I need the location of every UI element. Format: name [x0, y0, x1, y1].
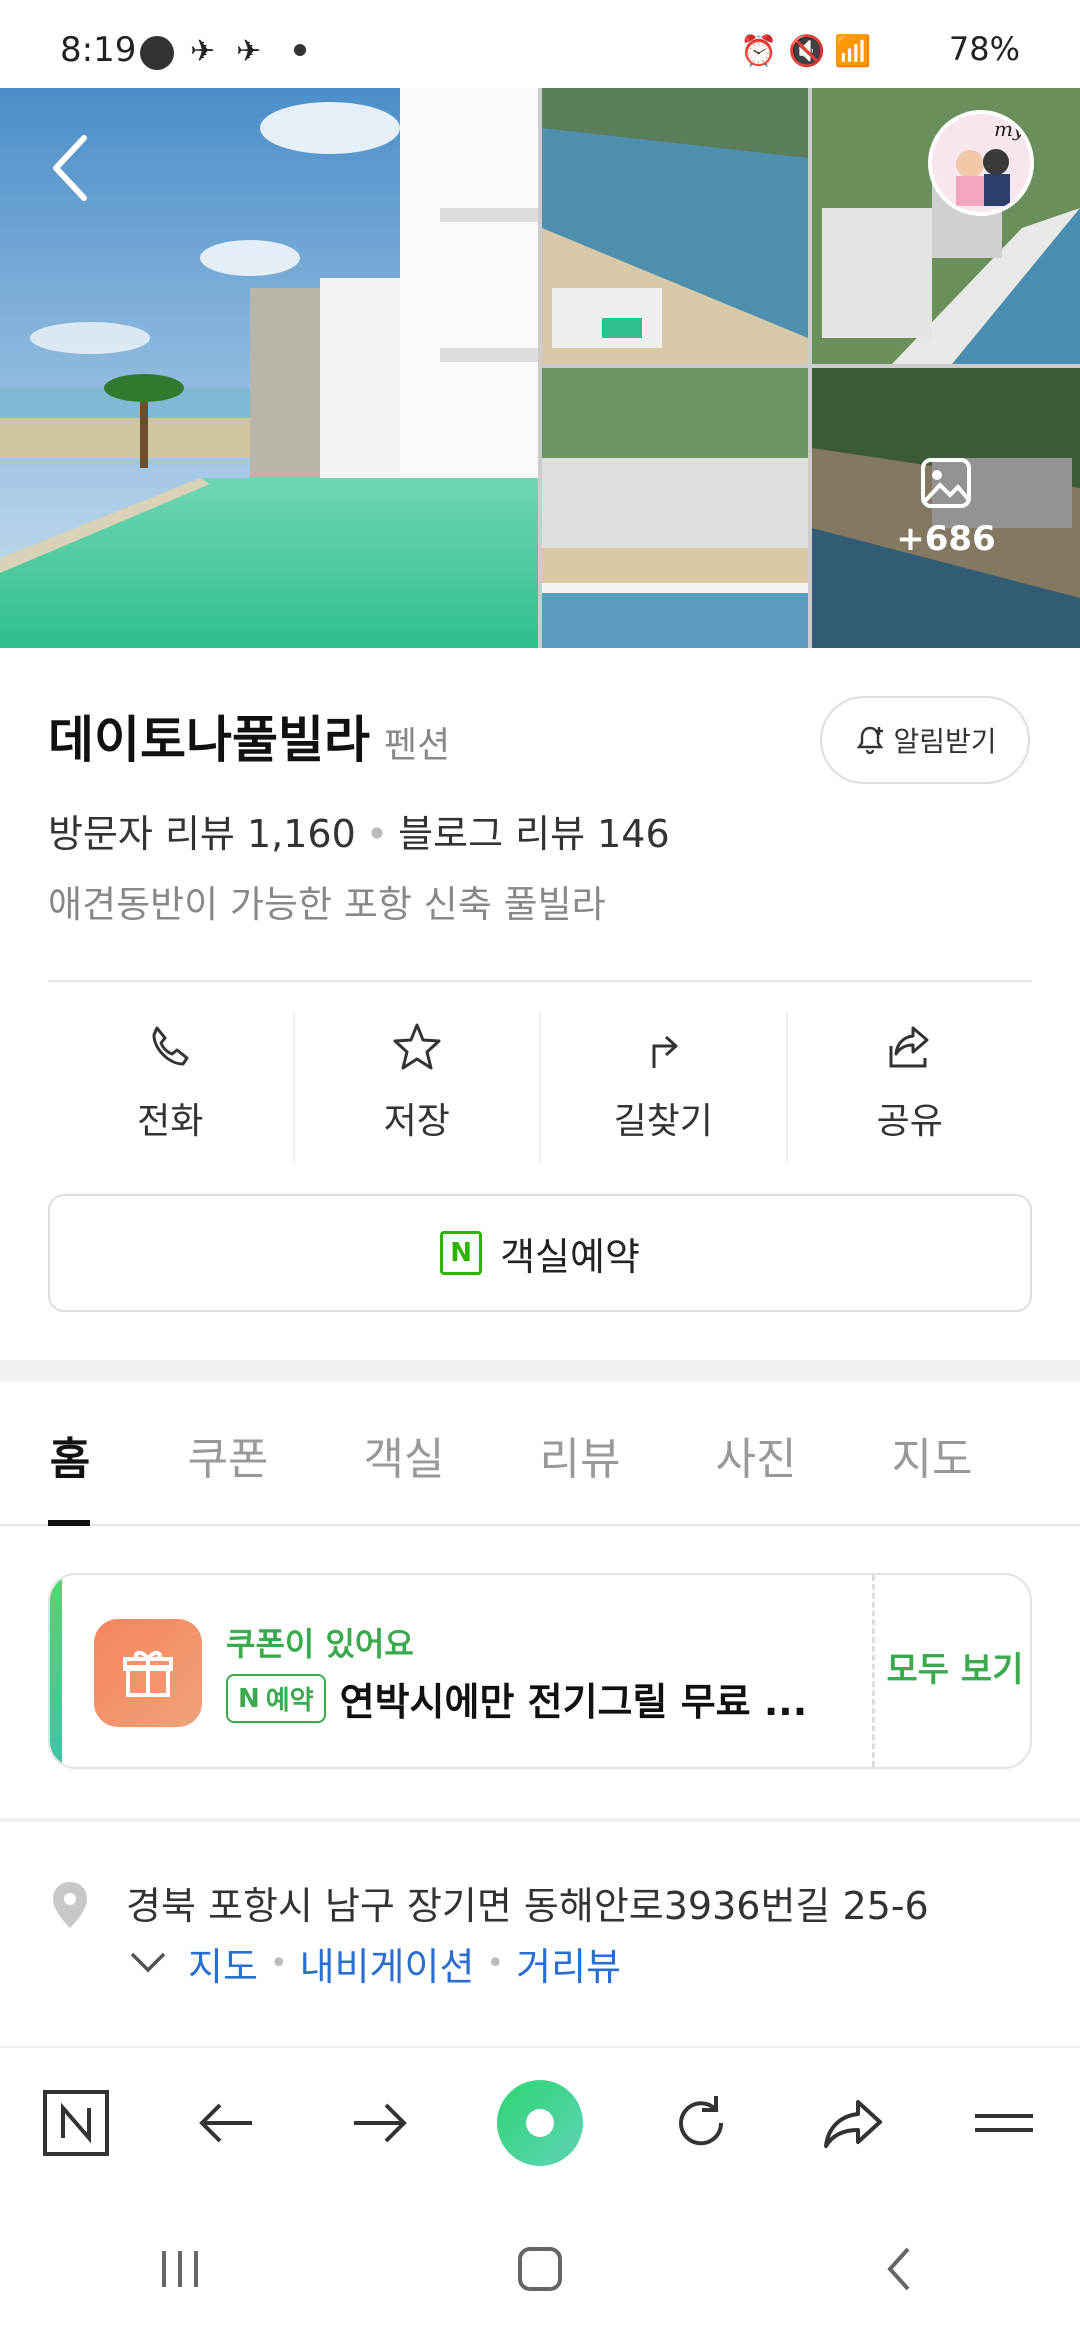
- share-arrow-icon[interactable]: [818, 2088, 888, 2158]
- back-arrow-icon[interactable]: [192, 2088, 262, 2158]
- reserve-label: 객실예약: [500, 1234, 640, 1279]
- main-photo[interactable]: [0, 88, 538, 648]
- save-button[interactable]: 저장: [295, 1012, 541, 1162]
- place-title-row: 데이토나풀빌라 펜션: [48, 700, 450, 772]
- naver-booking-icon: N: [440, 1231, 483, 1275]
- room-reservation-button[interactable]: N 객실예약: [48, 1194, 1032, 1312]
- gift-icon: [94, 1619, 202, 1727]
- more-photos-overlay[interactable]: +686: [812, 368, 1080, 648]
- notification-icon: ✈: [190, 34, 216, 69]
- location-pin-icon: [53, 1882, 87, 1928]
- coupon-line: N 예약 연박시에만 전기그릴 무료 ...: [226, 1671, 826, 1726]
- more-photos-count: +686: [896, 519, 996, 559]
- home-icon[interactable]: [510, 2239, 570, 2299]
- tab-map[interactable]: 지도: [844, 1386, 1020, 1524]
- separator-dot: •: [365, 812, 389, 856]
- action-label: 저장: [383, 1101, 450, 1142]
- tab-reviews[interactable]: 리뷰: [492, 1386, 668, 1524]
- gallery-thumbnail[interactable]: +686: [812, 368, 1080, 648]
- chevron-down-icon[interactable]: [128, 1948, 168, 1978]
- system-nav-bar: [0, 2198, 1080, 2340]
- coupang-eats-icon: [140, 36, 174, 70]
- coupon-title: 쿠폰이 있어요: [226, 1625, 414, 1663]
- tab-bar: 홈 쿠폰 객실 리뷰 사진 지도: [0, 1386, 1080, 1526]
- place-description: 애견동반이 가능한 포항 신축 풀빌라: [48, 883, 606, 926]
- photo-gallery[interactable]: my +686: [0, 88, 1080, 648]
- share-icon: [889, 1026, 929, 1068]
- navigation-link[interactable]: 내비게이션: [300, 1936, 475, 1991]
- address-text: 경북 포항시 남구 장기면 동해안로3936번길 25-6: [126, 1884, 929, 1928]
- status-time: 8:19: [60, 30, 137, 70]
- blog-reviews-link[interactable]: 블로그 리뷰 146: [398, 812, 670, 856]
- action-label: 길찾기: [613, 1101, 713, 1142]
- call-button[interactable]: 전화: [48, 1012, 295, 1162]
- share-button[interactable]: 공유: [788, 1012, 1033, 1162]
- system-back-icon[interactable]: [870, 2239, 930, 2299]
- map-link[interactable]: 지도: [188, 1936, 258, 1991]
- image-icon: [921, 458, 971, 508]
- tab-rooms[interactable]: 객실: [316, 1386, 492, 1524]
- bell-plus-icon: [857, 726, 884, 755]
- badge-label: 예약: [265, 1686, 314, 1716]
- browser-toolbar: [0, 2046, 1080, 2198]
- alarm-icon: ⏰: [740, 34, 778, 69]
- menu-icon[interactable]: [969, 2088, 1039, 2158]
- my-profile-avatar[interactable]: my: [928, 110, 1034, 216]
- wifi-icon: 📶: [834, 34, 872, 69]
- notify-button[interactable]: 알림받기: [820, 696, 1030, 784]
- forward-arrow-icon[interactable]: [344, 2088, 414, 2158]
- gallery-thumbnail[interactable]: [542, 368, 808, 648]
- place-category: 펜션: [384, 725, 451, 766]
- coupon-accent-bar: [50, 1575, 62, 1767]
- visitor-reviews-link[interactable]: 방문자 리뷰 1,160: [48, 812, 356, 856]
- street-view-link[interactable]: 거리뷰: [516, 1936, 621, 1991]
- recent-apps-icon[interactable]: [150, 2239, 210, 2299]
- section-separator: [0, 1818, 1080, 1822]
- coupon-card[interactable]: 쿠폰이 있어요 N 예약 연박시에만 전기그릴 무료 ... 모두 보기: [48, 1573, 1032, 1769]
- tab-coupon[interactable]: 쿠폰: [140, 1386, 316, 1524]
- more-notifications-icon: [294, 44, 306, 56]
- separator-dot: •: [486, 1946, 505, 1981]
- green-dot-icon[interactable]: [495, 2078, 585, 2168]
- address-links: 지도 • 내비게이션 • 거리뷰: [188, 1936, 621, 1991]
- coupon-text: 연박시에만 전기그릴 무료 ...: [339, 1680, 808, 1724]
- view-all-coupons-button[interactable]: 모두 보기: [876, 1575, 1030, 1767]
- action-label: 전화: [137, 1101, 204, 1142]
- divider: [48, 980, 1032, 982]
- back-button[interactable]: [44, 128, 104, 208]
- separator-dot: •: [269, 1946, 288, 1981]
- naver-booking-badge: N 예약: [226, 1674, 326, 1723]
- notification-icon: ✈: [236, 34, 262, 69]
- review-counts[interactable]: 방문자 리뷰 1,160 • 블로그 리뷰 146: [48, 803, 670, 858]
- phone-icon: [152, 1026, 189, 1066]
- tab-photos[interactable]: 사진: [668, 1386, 844, 1524]
- action-label: 공유: [876, 1101, 943, 1142]
- place-name: 데이토나풀빌라: [48, 711, 370, 769]
- coupon-divider: [872, 1575, 875, 1767]
- mute-icon: 🔇: [788, 34, 826, 69]
- gallery-thumbnail[interactable]: [542, 88, 808, 364]
- tab-home[interactable]: 홈: [0, 1386, 140, 1526]
- star-icon: [393, 1023, 441, 1070]
- action-buttons: 전화 저장 길찾기 공유: [48, 1012, 1032, 1162]
- directions-button[interactable]: 길찾기: [541, 1012, 788, 1162]
- status-bar: 8:19 ✈ ✈ ⏰ 🔇 📶 78%: [0, 0, 1080, 88]
- refresh-icon[interactable]: [666, 2088, 736, 2158]
- notify-label: 알림받기: [893, 725, 997, 758]
- naver-home-icon[interactable]: [41, 2088, 111, 2158]
- battery-level: 78%: [948, 30, 1020, 68]
- section-separator: [0, 1360, 1080, 1382]
- directions-icon: [652, 1035, 678, 1068]
